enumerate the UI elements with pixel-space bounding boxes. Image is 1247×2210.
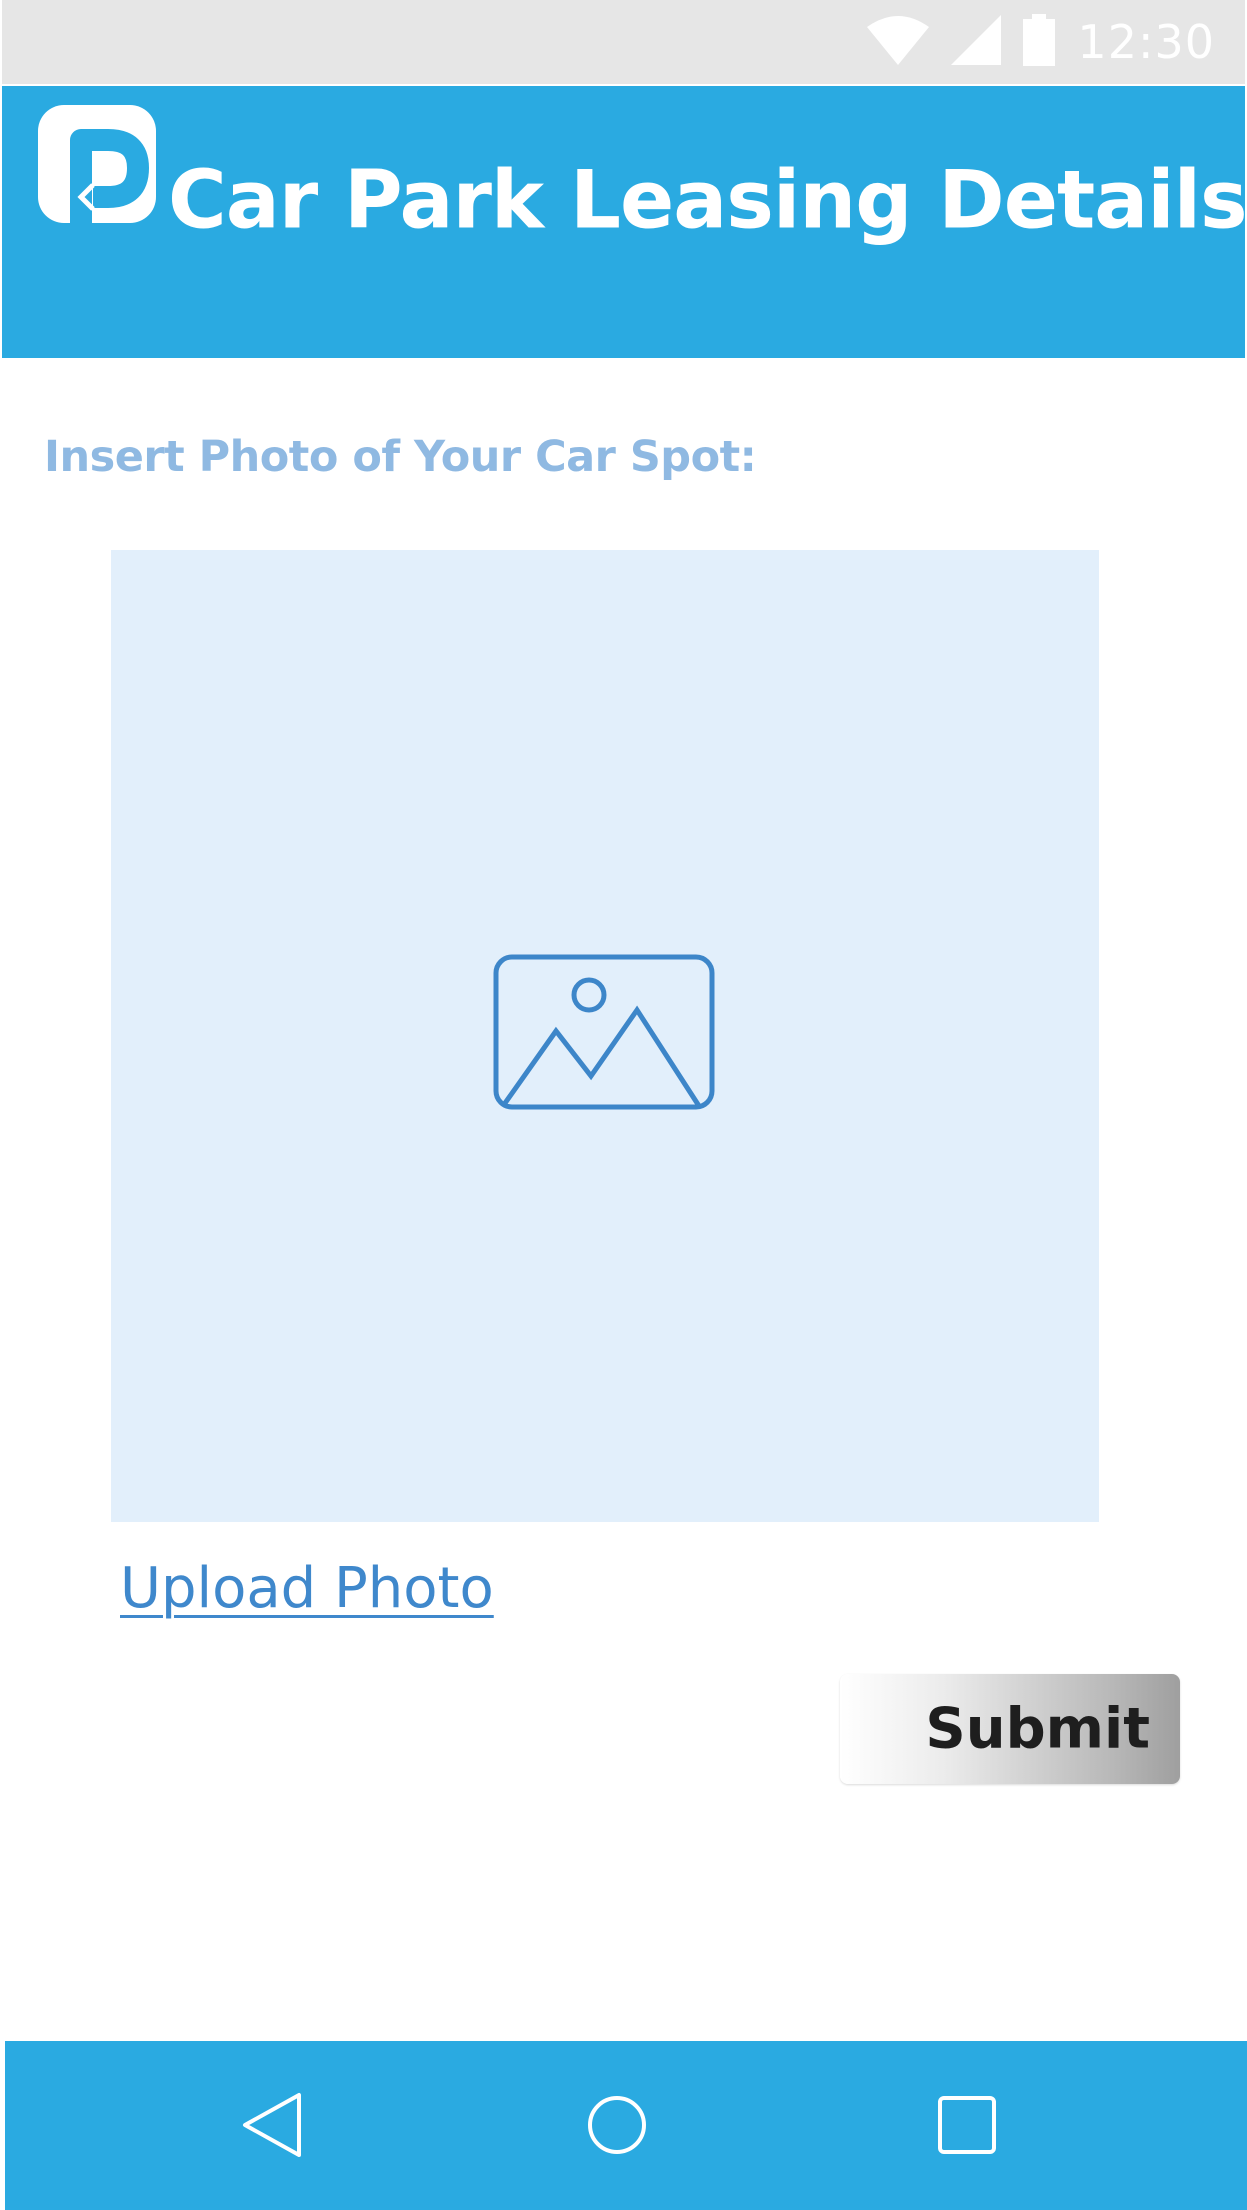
submit-button[interactable]: Submit (840, 1674, 1180, 1784)
status-icons: 12:30 (867, 14, 1215, 70)
status-bar: 12:30 (2, 0, 1245, 84)
home-icon[interactable] (577, 2085, 657, 2165)
wifi-icon (867, 15, 930, 69)
recents-icon[interactable] (927, 2085, 1007, 2165)
upload-photo-link[interactable]: Upload Photo (120, 1556, 494, 1621)
signal-icon (951, 15, 1002, 69)
photo-section-label: Insert Photo of Your Car Spot: (44, 432, 757, 482)
photo-placeholder[interactable] (111, 550, 1099, 1522)
back-icon[interactable] (228, 2085, 308, 2165)
submit-button-label: Submit (925, 1696, 1150, 1762)
status-time: 12:30 (1077, 15, 1215, 69)
parking-logo-icon (38, 105, 156, 223)
battery-icon (1023, 14, 1056, 70)
page-title: Car Park Leasing Details (168, 153, 1247, 247)
navigation-bar (5, 2041, 1247, 2210)
image-placeholder-icon (493, 954, 715, 1114)
